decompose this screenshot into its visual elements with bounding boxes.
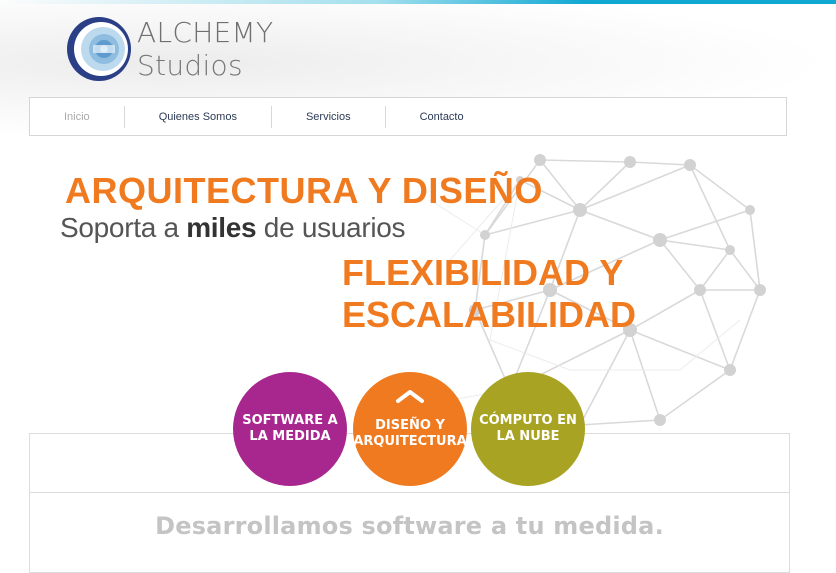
service-label: CÓMPUTO EN LA NUBE	[479, 413, 577, 444]
nav-item-quienes-somos[interactable]: Quienes Somos	[125, 105, 272, 128]
hero-subtitle-post: de usuarios	[256, 212, 406, 243]
main-nav: Inicio Quienes Somos Servicios Contacto	[29, 97, 787, 136]
hero-title: ARQUITECTURA Y DISEÑO	[65, 170, 543, 211]
hero-flex-line1: FLEXIBILIDAD Y	[342, 252, 624, 293]
service-computo-en-la-nube[interactable]: CÓMPUTO EN LA NUBE	[471, 372, 585, 486]
service-diseno-y-arquitectura[interactable]: DISEÑO Y ARQUITECTURA	[353, 372, 467, 486]
service-label: SOFTWARE A LA MEDIDA	[242, 413, 338, 444]
top-accent-bar	[0, 0, 836, 4]
hero-subtitle: Soporta a miles de usuarios	[60, 212, 406, 244]
service-software-a-la-medida[interactable]: SOFTWARE A LA MEDIDA	[233, 372, 347, 486]
tagline: Desarrollamos software a tu medida.	[155, 512, 664, 540]
hero-flex-line2: ESCALABILIDAD	[342, 294, 636, 335]
nav-item-servicios[interactable]: Servicios	[272, 105, 386, 128]
logo-main-text: ALCHEMY	[137, 16, 274, 49]
logo-secondary-text: Studios	[137, 49, 243, 82]
hero-subtitle-bold: miles	[186, 212, 257, 243]
nav-item-contacto[interactable]: Contacto	[386, 106, 498, 128]
hero-flexibility: FLEXIBILIDAD Y ESCALABILIDAD	[342, 252, 636, 336]
chevron-up-icon	[396, 390, 424, 403]
nav-item-inicio[interactable]: Inicio	[30, 105, 125, 128]
alchemy-studios-logo-icon	[67, 17, 131, 81]
logo[interactable]: ALCHEMY Studios	[65, 14, 385, 84]
hero-subtitle-pre: Soporta a	[60, 212, 187, 243]
service-label: DISEÑO Y ARQUITECTURA	[353, 418, 467, 449]
